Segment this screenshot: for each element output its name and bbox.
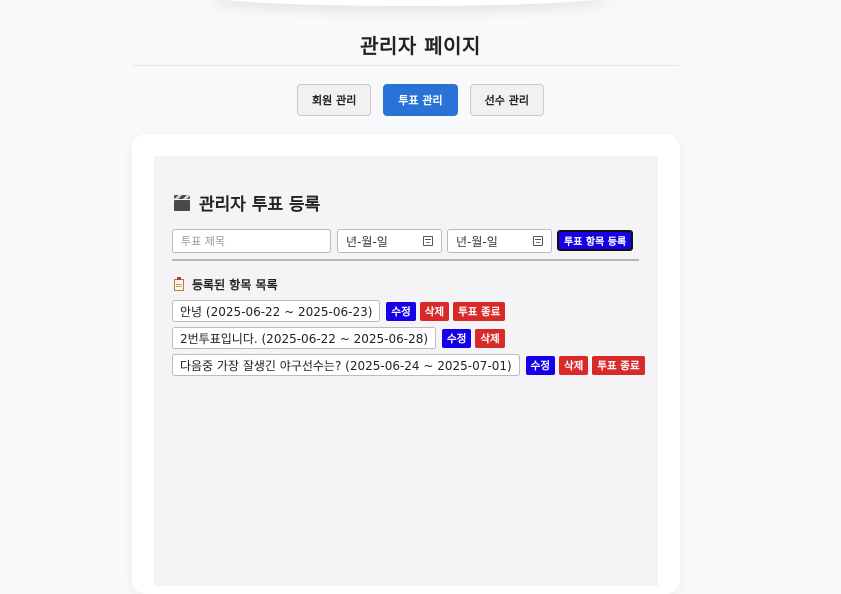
content-card: 관리자 투표 등록 투표 제목 년-월-일 년-월-일 투표 항목 등록 등록된…	[132, 134, 680, 594]
register-vote-button[interactable]: 투표 항목 등록	[557, 230, 634, 251]
delete-button[interactable]: 삭제	[419, 301, 450, 321]
vote-register-heading: 관리자 투표 등록	[174, 190, 320, 215]
form-divider	[172, 259, 639, 261]
tab-player-management[interactable]: 선수 관리	[469, 84, 544, 116]
clipboard-icon	[174, 276, 184, 291]
list-item-label: 2번투표입니다. (2025-06-22 ~ 2025-06-28)	[172, 327, 437, 349]
start-date-placeholder: 년-월-일	[346, 234, 388, 249]
vote-register-heading-text: 관리자 투표 등록	[199, 195, 321, 215]
end-vote-button[interactable]: 투표 종료	[453, 301, 506, 321]
list-item: 안녕 (2025-06-22 ~ 2025-06-23) 수정 삭제 투표 종료	[172, 300, 509, 322]
tab-vote-management[interactable]: 투표 관리	[383, 84, 458, 116]
start-date-input[interactable]: 년-월-일	[337, 229, 442, 253]
list-item: 2번투표입니다. (2025-06-22 ~ 2025-06-28) 수정 삭제	[172, 327, 509, 349]
header-shadow	[210, 0, 610, 6]
vote-admin-panel: 관리자 투표 등록 투표 제목 년-월-일 년-월-일 투표 항목 등록 등록된…	[154, 156, 658, 586]
registered-list-heading: 등록된 항목 목록	[174, 276, 278, 293]
tab-member-management[interactable]: 회원 관리	[297, 84, 372, 116]
delete-button[interactable]: 삭제	[475, 328, 505, 348]
list-item-label: 다음중 가장 잘생긴 야구선수는? (2025-06-24 ~ 2025-07-…	[172, 354, 520, 376]
edit-button[interactable]: 수정	[525, 355, 555, 375]
list-item: 다음중 가장 잘생긴 야구선수는? (2025-06-24 ~ 2025-07-…	[172, 354, 649, 376]
registered-list-heading-text: 등록된 항목 목록	[192, 278, 278, 292]
calendar-icon[interactable]	[533, 236, 543, 246]
vote-title-placeholder: 투표 제목	[181, 235, 225, 248]
title-divider	[132, 65, 679, 66]
page-title: 관리자 페이지	[360, 34, 481, 58]
list-item-label: 안녕 (2025-06-22 ~ 2025-06-23)	[172, 300, 381, 322]
end-vote-button[interactable]: 투표 종료	[592, 355, 645, 375]
calendar-icon[interactable]	[423, 236, 433, 246]
edit-button[interactable]: 수정	[386, 301, 416, 321]
end-date-placeholder: 년-월-일	[456, 234, 498, 249]
clapperboard-icon	[174, 194, 190, 211]
end-date-input[interactable]: 년-월-일	[447, 229, 552, 253]
edit-button[interactable]: 수정	[442, 328, 472, 348]
delete-button[interactable]: 삭제	[559, 355, 589, 375]
tab-bar: 회원 관리 투표 관리 선수 관리	[0, 84, 841, 116]
vote-title-input[interactable]: 투표 제목	[172, 229, 331, 253]
